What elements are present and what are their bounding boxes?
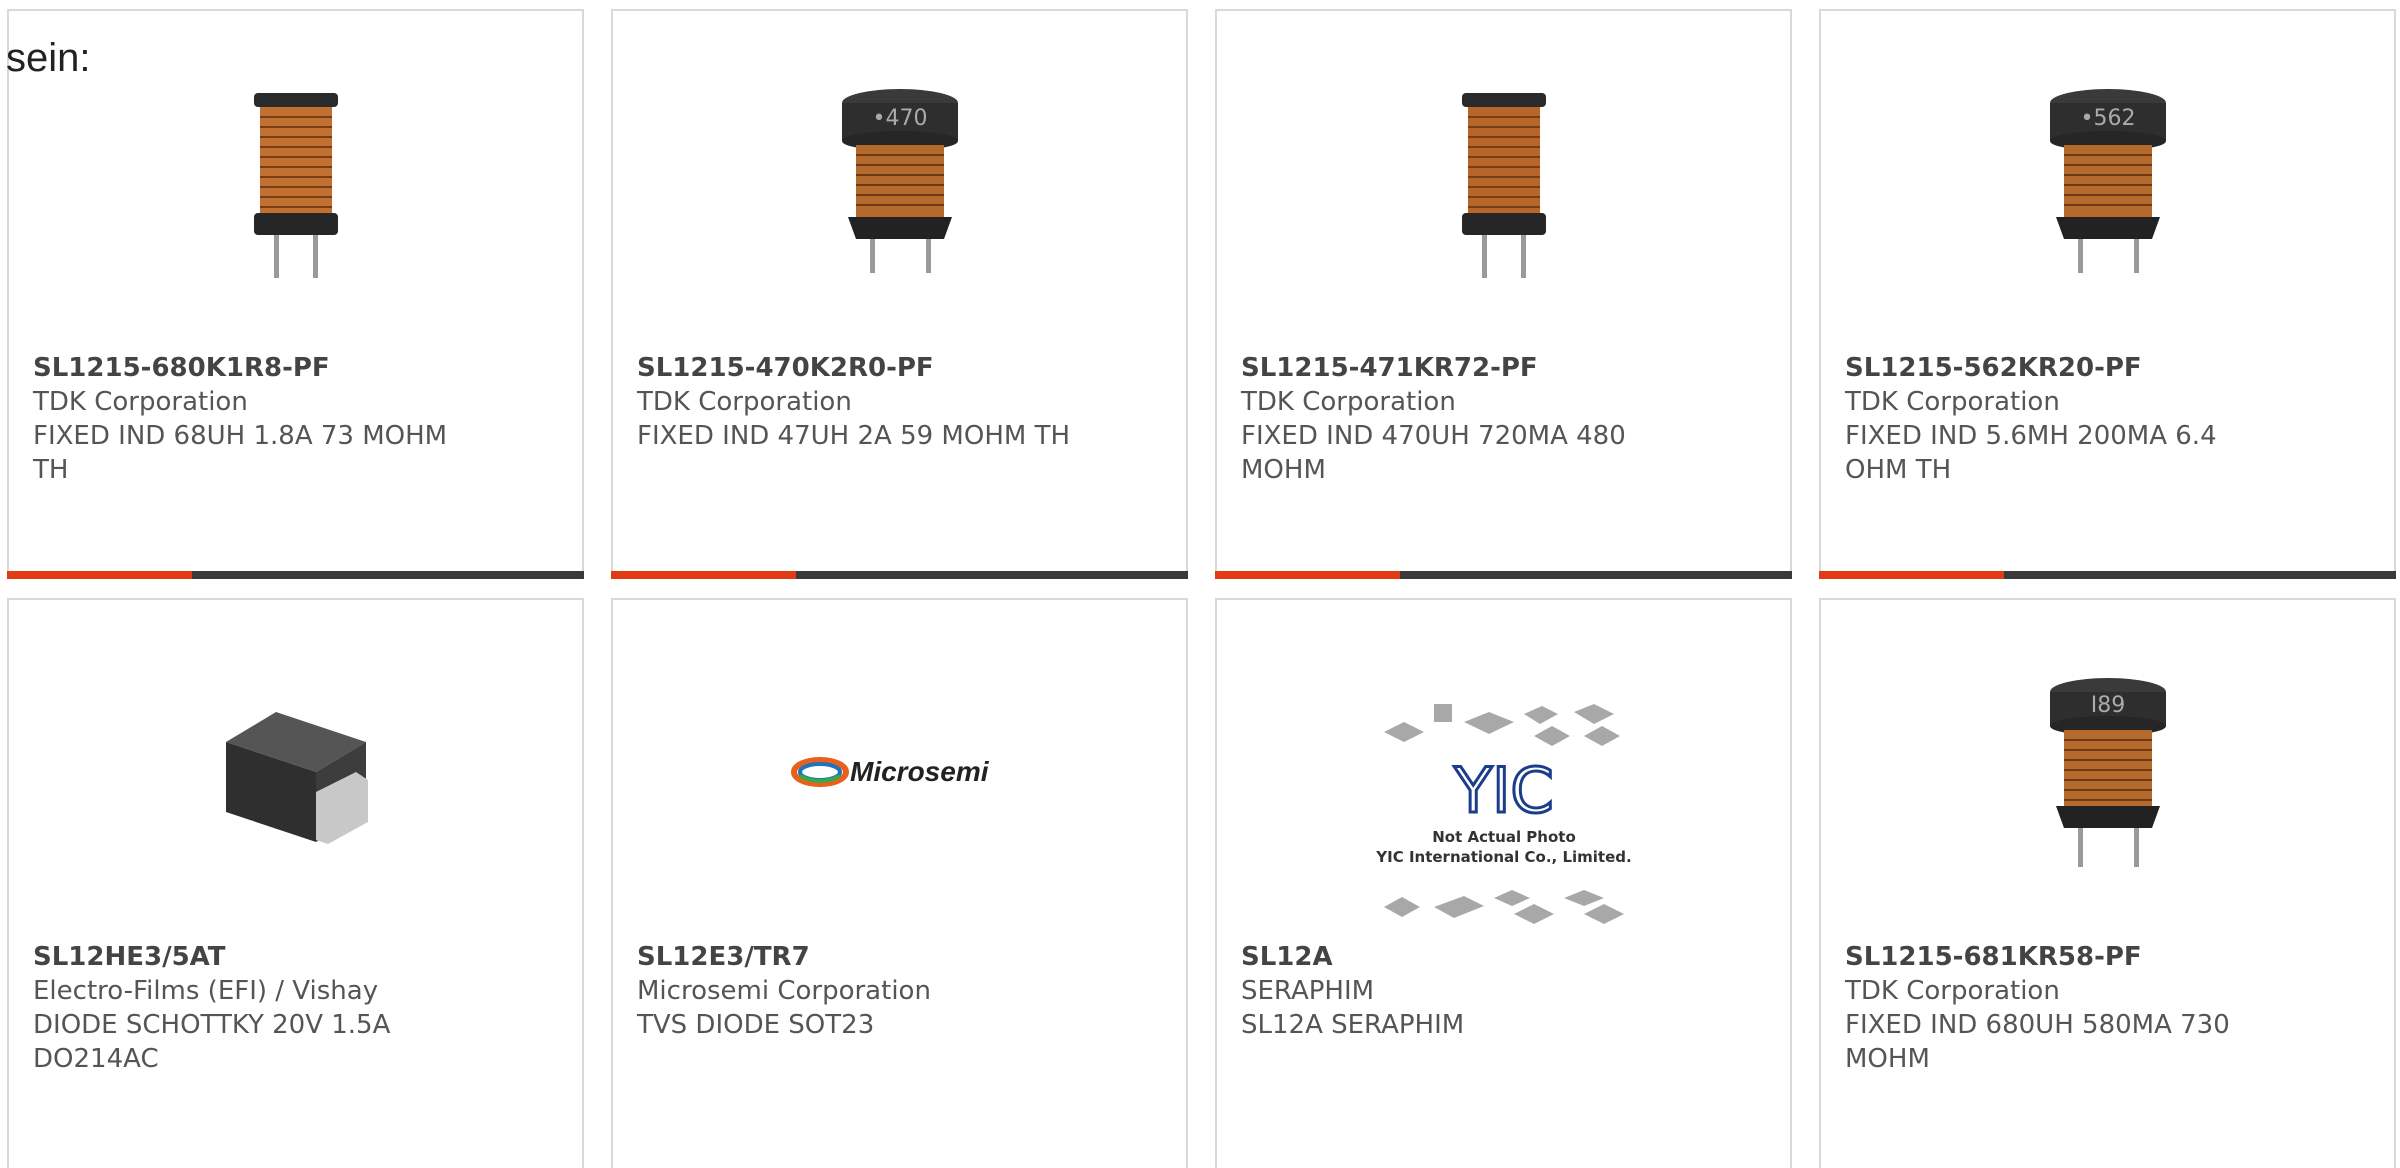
description: FIXED IND 680UH 580MA 730 MOHM: [1845, 1010, 2230, 1074]
part-number[interactable]: SL1215-470K2R0-PF: [637, 351, 1077, 385]
cap-label: •562: [2080, 106, 2135, 131]
placeholder-line2: YIC International Co., Limited.: [1375, 848, 1631, 866]
part-number[interactable]: SL1215-681KR58-PF: [1845, 940, 2285, 974]
card-bar: [1215, 571, 1792, 579]
yic-placeholder-icon[interactable]: YIC Not Actual Photo YIC International C…: [1364, 692, 1644, 942]
manufacturer: Electro-Films (EFI) / Vishay: [33, 976, 379, 1006]
inductor-capped-icon[interactable]: •470: [800, 83, 1000, 283]
product-card[interactable]: •562 SL1215-562KR20-PF TDK Corporation F…: [1819, 9, 2396, 579]
card-bar-accent: [1215, 571, 1400, 579]
inductor-capped-icon[interactable]: •562: [2008, 83, 2208, 283]
product-card[interactable]: SL1215-680K1R8-PF TDK Corporation FIXED …: [7, 9, 584, 579]
microsemi-logo[interactable]: Microsemi: [790, 672, 1010, 872]
card-bar-accent: [7, 571, 192, 579]
card-bar: [1819, 571, 2396, 579]
product-card[interactable]: SL12HE3/5AT Electro-Films (EFI) / Vishay…: [7, 598, 584, 1168]
inductor-capped-icon[interactable]: I89: [2008, 672, 2208, 872]
part-number[interactable]: SL1215-471KR72-PF: [1241, 351, 1681, 385]
yic-logo: YIC: [1453, 754, 1553, 827]
card-bar-accent: [1819, 571, 2004, 579]
part-number[interactable]: SL12E3/TR7: [637, 940, 1077, 974]
part-number[interactable]: SL1215-680K1R8-PF: [33, 351, 473, 385]
description: FIXED IND 470UH 720MA 480 MOHM: [1241, 421, 1626, 485]
placeholder-line1: Not Actual Photo: [1432, 828, 1576, 846]
part-number[interactable]: SL12HE3/5AT: [33, 940, 473, 974]
part-number[interactable]: SL1215-562KR20-PF: [1845, 351, 2285, 385]
part-number[interactable]: SL12A: [1241, 940, 1681, 974]
description: TVS DIODE SOT23: [637, 1010, 875, 1040]
lead-text: sein:: [6, 36, 91, 80]
logo-text: Microsemi: [850, 756, 990, 787]
product-card[interactable]: Microsemi SL12E3/TR7 Microsemi Corporati…: [611, 598, 1188, 1168]
manufacturer: TDK Corporation: [1241, 387, 1456, 417]
manufacturer: TDK Corporation: [637, 387, 852, 417]
diode-smd-icon[interactable]: [196, 672, 396, 872]
manufacturer: SERAPHIM: [1241, 976, 1375, 1006]
product-card[interactable]: SL1215-471KR72-PF TDK Corporation FIXED …: [1215, 9, 1792, 579]
inductor-open-icon[interactable]: [196, 83, 396, 283]
description: DIODE SCHOTTKY 20V 1.5A DO214AC: [33, 1010, 391, 1074]
manufacturer: TDK Corporation: [33, 387, 248, 417]
description: FIXED IND 68UH 1.8A 73 MOHM TH: [33, 421, 448, 485]
inductor-open-icon[interactable]: [1404, 83, 1604, 283]
card-bar: [7, 571, 584, 579]
description: FIXED IND 5.6MH 200MA 6.4 OHM TH: [1845, 421, 2217, 485]
cap-label: •470: [872, 106, 927, 131]
manufacturer: TDK Corporation: [1845, 976, 2060, 1006]
cap-label: I89: [2090, 693, 2124, 718]
description: FIXED IND 47UH 2A 59 MOHM TH: [637, 421, 1070, 451]
card-bar-accent: [611, 571, 796, 579]
card-bar: [611, 571, 1188, 579]
manufacturer: Microsemi Corporation: [637, 976, 931, 1006]
product-card[interactable]: •470 SL1215-470K2R0-PF TDK Corporation F…: [611, 9, 1188, 579]
manufacturer: TDK Corporation: [1845, 387, 2060, 417]
product-card[interactable]: I89 SL1215-681KR58-PF TDK Corporation FI…: [1819, 598, 2396, 1168]
description: SL12A SERAPHIM: [1241, 1010, 1465, 1040]
product-card[interactable]: YIC Not Actual Photo YIC International C…: [1215, 598, 1792, 1168]
